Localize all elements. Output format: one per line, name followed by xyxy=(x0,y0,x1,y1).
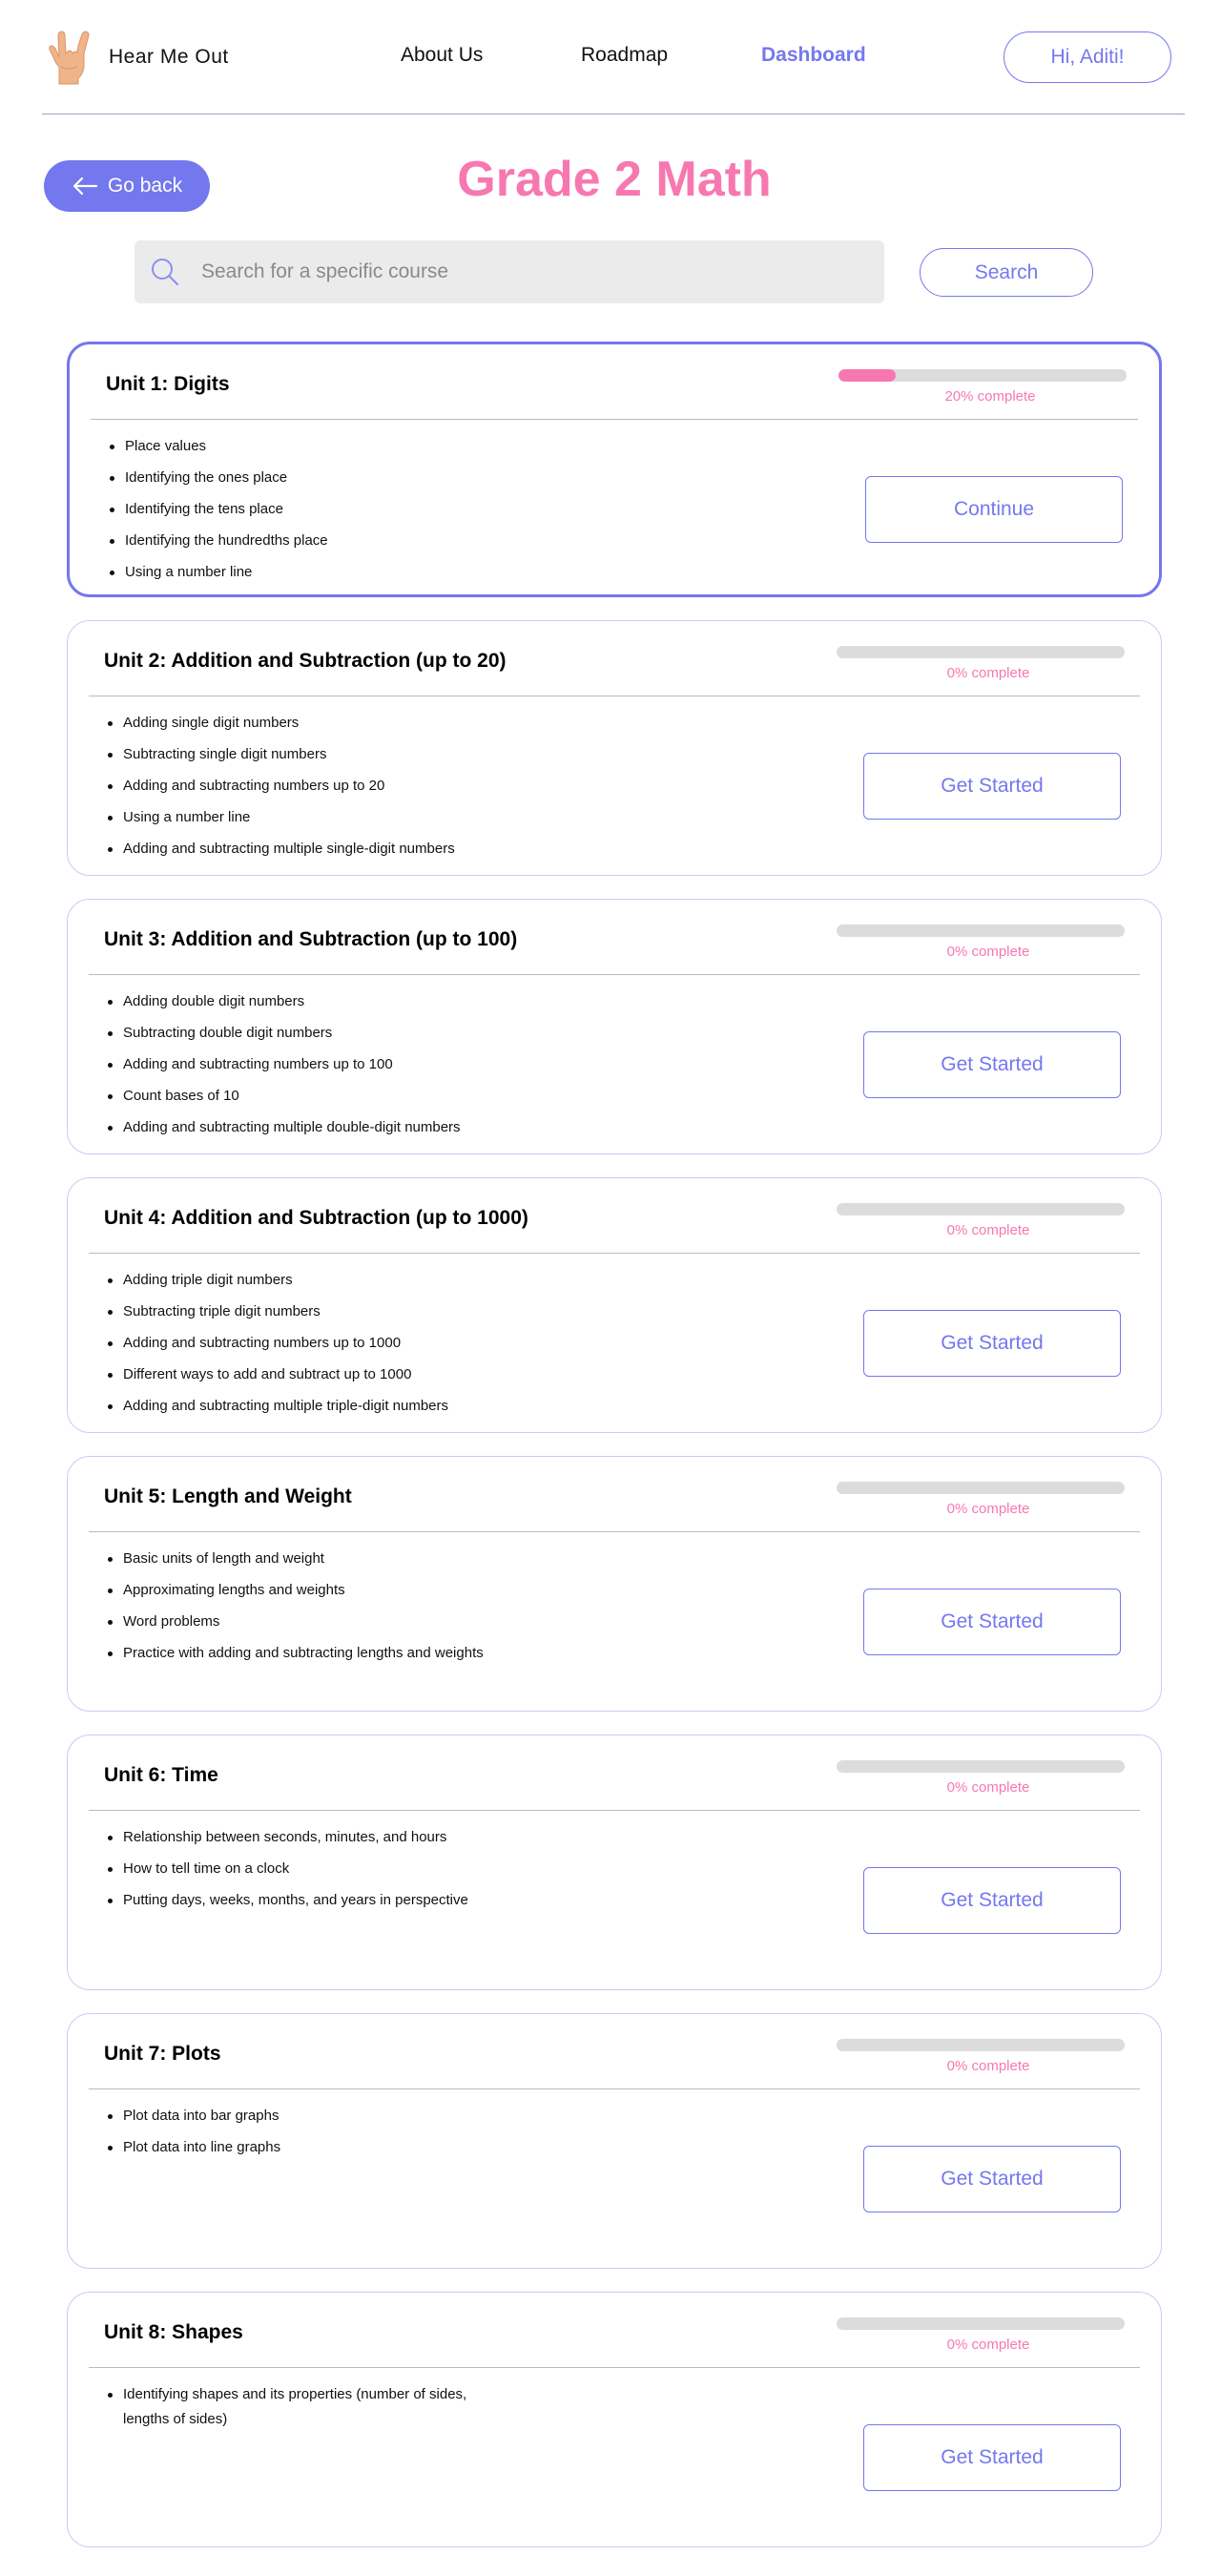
progress-bar xyxy=(837,924,1125,937)
topic-item: Basic units of length and weight xyxy=(104,1547,514,1571)
get-started-button[interactable]: Get Started xyxy=(863,2424,1121,2491)
topic-item: How to tell time on a clock xyxy=(104,1857,514,1881)
topic-item: Count bases of 10 xyxy=(104,1084,514,1109)
topic-item: Putting days, weeks, months, and years i… xyxy=(104,1888,514,1913)
hand-sign-icon xyxy=(49,31,90,85)
topic-list: Relationship between seconds, minutes, a… xyxy=(104,1825,514,1920)
progress-label: 0% complete xyxy=(946,665,1030,681)
nav-about-us[interactable]: About Us xyxy=(401,44,483,67)
topic-list: Basic units of length and weight Approxim… xyxy=(104,1547,514,1672)
unit-divider xyxy=(89,1253,1140,1254)
topic-item: Plot data into line graphs xyxy=(104,2135,514,2160)
nav-roadmap[interactable]: Roadmap xyxy=(581,44,668,67)
topic-item: Different ways to add and subtract up to… xyxy=(104,1362,514,1387)
unit-divider xyxy=(91,419,1138,420)
topic-item: Adding and subtracting numbers up to 100 xyxy=(104,1052,514,1077)
brand-logo[interactable]: Hear Me Out xyxy=(46,29,229,86)
topic-list: Plot data into bar graphs Plot data into … xyxy=(104,2104,514,2167)
topic-list: Identifying shapes and its properties (n… xyxy=(104,2382,514,2439)
unit-card: Unit 7: Plots 0% complete Plot data into b… xyxy=(67,2013,1162,2269)
site-header: Hear Me Out About Us Roadmap Dashboard H… xyxy=(0,0,1221,114)
brand-name: Hear Me Out xyxy=(109,46,229,68)
progress-bar xyxy=(837,1482,1125,1494)
get-started-button[interactable]: Get Started xyxy=(863,1031,1121,1098)
topic-item: Adding and subtracting multiple double-d… xyxy=(104,1115,514,1140)
progress-bar xyxy=(837,646,1125,658)
topic-item: Place values xyxy=(106,434,516,459)
search-button[interactable]: Search xyxy=(920,248,1093,297)
unit-title: Unit 8: Shapes xyxy=(104,2321,243,2343)
progress-label: 0% complete xyxy=(946,1501,1030,1517)
get-started-button[interactable]: Get Started xyxy=(863,2146,1121,2212)
progress-label: 0% complete xyxy=(946,2058,1030,2074)
unit-divider xyxy=(89,1810,1140,1811)
get-started-button[interactable]: Get Started xyxy=(863,753,1121,820)
progress-bar xyxy=(837,1760,1125,1773)
topic-item: Practice with adding and subtracting len… xyxy=(104,1641,514,1666)
topic-list: Adding triple digit numbers Subtracting t… xyxy=(104,1268,514,1425)
topic-item: Subtracting single digit numbers xyxy=(104,742,514,767)
user-greeting-button[interactable]: Hi, Aditi! xyxy=(1004,31,1171,83)
topic-list: Adding double digit numbers Subtracting d… xyxy=(104,989,514,1147)
progress-bar xyxy=(838,369,1127,382)
unit-card: Unit 8: Shapes 0% complete Identifying sha… xyxy=(67,2292,1162,2547)
progress-label: 0% complete xyxy=(946,1779,1030,1796)
get-started-button[interactable]: Get Started xyxy=(863,1867,1121,1934)
topic-item: Adding single digit numbers xyxy=(104,711,514,736)
progress-bar xyxy=(837,2317,1125,2330)
unit-card: Unit 3: Addition and Subtraction (up to … xyxy=(67,899,1162,1154)
topic-item: Identifying shapes and its properties (n… xyxy=(104,2382,514,2432)
unit-title: Unit 5: Length and Weight xyxy=(104,1485,352,1507)
unit-card: Unit 5: Length and Weight 0% complete Basi… xyxy=(67,1456,1162,1712)
topic-item: Subtracting triple digit numbers xyxy=(104,1299,514,1324)
topic-item: Identifying the ones place xyxy=(106,466,516,490)
unit-divider xyxy=(89,2088,1140,2089)
continue-button[interactable]: Continue xyxy=(865,476,1123,543)
topic-item: Identifying the tens place xyxy=(106,497,516,522)
unit-divider xyxy=(89,2367,1140,2368)
topic-list: Adding single digit numbers Subtracting s… xyxy=(104,711,514,868)
topic-item: Adding double digit numbers xyxy=(104,989,514,1014)
progress-label: 0% complete xyxy=(946,1222,1030,1238)
unit-title: Unit 2: Addition and Subtraction (up to … xyxy=(104,650,507,672)
nav-dashboard[interactable]: Dashboard xyxy=(761,44,866,67)
topic-item: Adding and subtracting numbers up to 20 xyxy=(104,774,514,799)
page-title: Grade 2 Math xyxy=(457,152,772,207)
unit-title: Unit 3: Addition and Subtraction (up to … xyxy=(104,928,518,950)
topic-item: Identifying the hundredths place xyxy=(106,529,516,553)
progress-bar xyxy=(837,1203,1125,1215)
topic-item: Subtracting double digit numbers xyxy=(104,1021,514,1046)
unit-card: Unit 2: Addition and Subtraction (up to … xyxy=(67,620,1162,876)
topic-list: Place values Identifying the ones place Id… xyxy=(106,434,516,592)
progress-label: 0% complete xyxy=(946,2337,1030,2353)
progress-label: 0% complete xyxy=(946,944,1030,960)
topic-item: Approximating lengths and weights xyxy=(104,1578,514,1603)
unit-title: Unit 4: Addition and Subtraction (up to … xyxy=(104,1207,528,1229)
topic-item: Adding and subtracting multiple triple-d… xyxy=(104,1394,514,1419)
get-started-button[interactable]: Get Started xyxy=(863,1310,1121,1377)
unit-title: Unit 7: Plots xyxy=(104,2043,221,2065)
topic-item: Adding triple digit numbers xyxy=(104,1268,514,1293)
search-icon xyxy=(152,259,178,285)
topic-item: Adding and subtracting numbers up to 100… xyxy=(104,1331,514,1356)
unit-title: Unit 1: Digits xyxy=(106,373,230,395)
unit-divider xyxy=(89,974,1140,975)
unit-title: Unit 6: Time xyxy=(104,1764,218,1786)
topic-item: Using a number line xyxy=(106,560,516,585)
progress-label: 20% complete xyxy=(944,388,1036,405)
unit-card: Unit 4: Addition and Subtraction (up to … xyxy=(67,1177,1162,1433)
search-input[interactable] xyxy=(201,260,850,283)
unit-card: Unit 1: Digits 20% complete Place values Id… xyxy=(67,342,1162,597)
progress-fill xyxy=(838,369,897,382)
progress-bar xyxy=(837,2039,1125,2051)
topic-item: Adding and subtracting multiple single-d… xyxy=(104,837,514,862)
topic-item: Plot data into bar graphs xyxy=(104,2104,514,2129)
unit-divider xyxy=(89,1531,1140,1532)
unit-card: Unit 6: Time 0% complete Relationship betw… xyxy=(67,1735,1162,1990)
topic-item: Word problems xyxy=(104,1610,514,1634)
topic-item: Relationship between seconds, minutes, a… xyxy=(104,1825,514,1850)
get-started-button[interactable]: Get Started xyxy=(863,1589,1121,1655)
topic-item: Using a number line xyxy=(104,805,514,830)
search-box[interactable] xyxy=(135,240,884,303)
